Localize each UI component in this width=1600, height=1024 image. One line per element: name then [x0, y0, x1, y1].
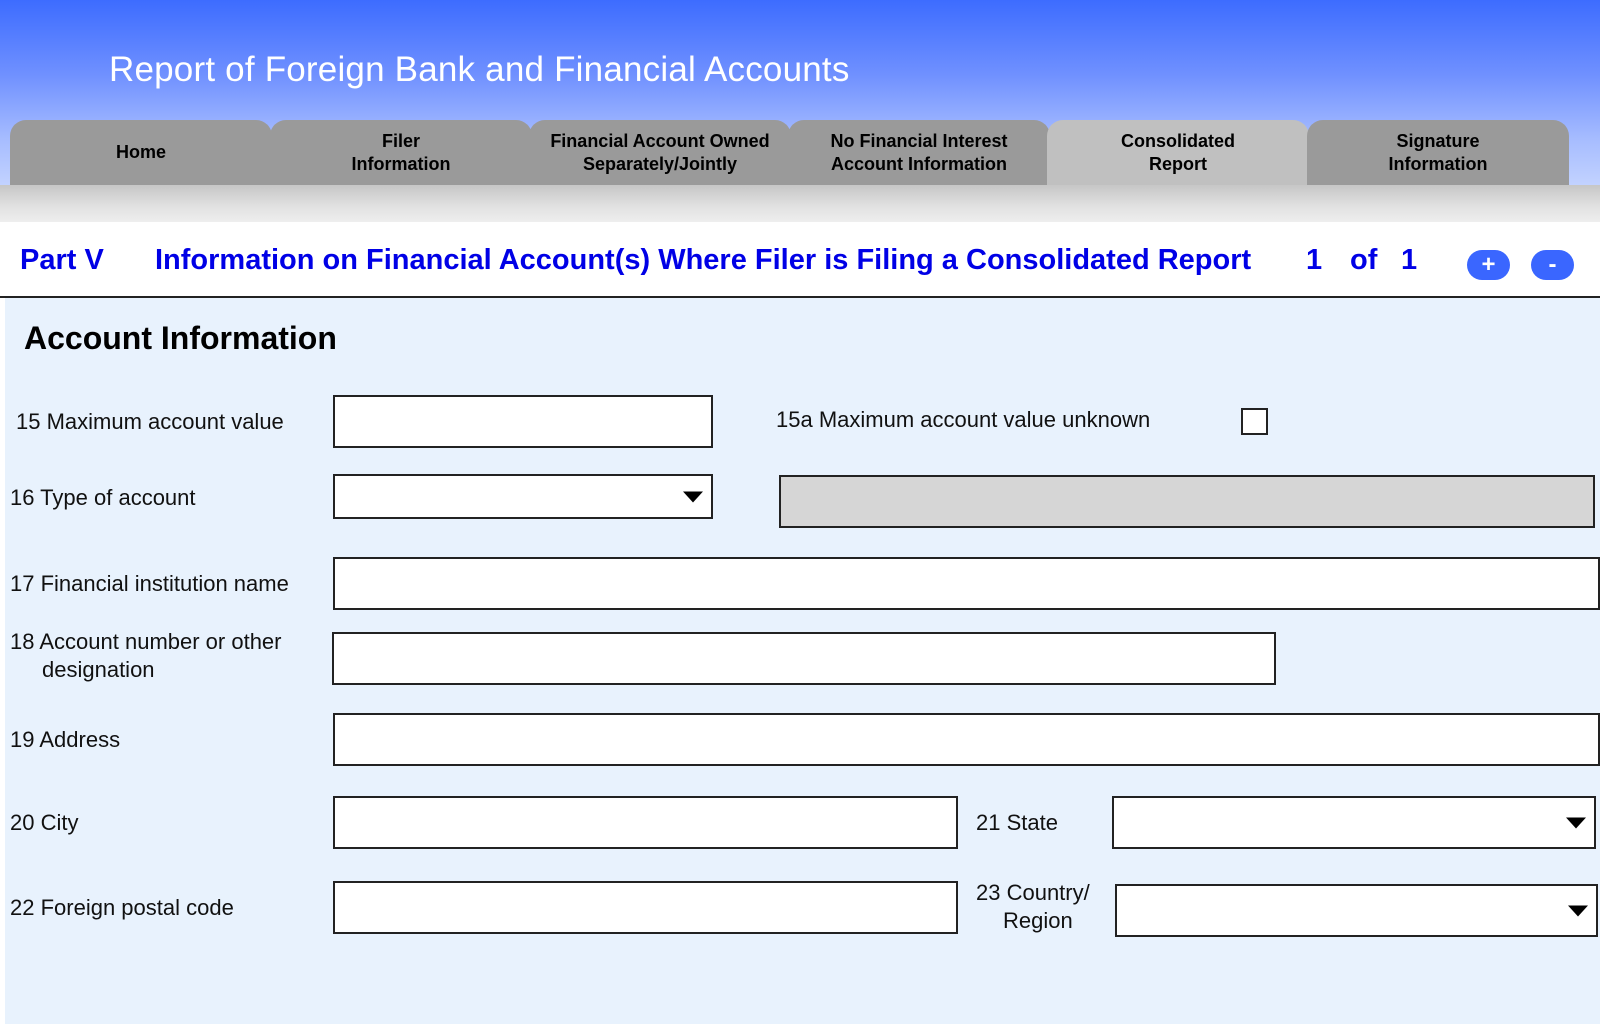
tab-home[interactable]: Home [10, 120, 272, 185]
section-title: Account Information [24, 320, 337, 356]
tab-label: Consolidated Report [1120, 130, 1235, 174]
add-account-button[interactable]: + [1467, 250, 1510, 280]
postal-code-label: 22 Foreign postal code [10, 895, 234, 920]
tab-label: No Financial Interest Account Informatio… [830, 130, 1008, 174]
chevron-down-icon [1568, 905, 1588, 916]
tab-signature-information[interactable]: Signature Information [1307, 120, 1569, 185]
of-label: of [1350, 244, 1378, 276]
app-header: Report of Foreign Bank and Financial Acc… [0, 0, 1600, 185]
max-value-label: 15 Maximum account value [16, 409, 284, 434]
country-label-line1: 23 Country/ [976, 880, 1090, 905]
tab-financial-account-owned[interactable]: Financial Account Owned Separately/Joint… [529, 120, 791, 185]
tab-content-bar [0, 185, 1600, 222]
address-input[interactable] [333, 713, 1600, 766]
account-type-label: 16 Type of account [10, 485, 196, 510]
account-number-label-line1: 18 Account number or other [10, 629, 282, 654]
postal-code-input[interactable] [333, 881, 958, 934]
chevron-down-icon [683, 491, 703, 502]
current-page: 1 [1306, 244, 1323, 276]
state-select[interactable] [1112, 796, 1596, 849]
plus-icon: + [1481, 251, 1496, 278]
institution-name-label: 17 Financial institution name [10, 571, 289, 596]
tab-label: Filer Information [351, 130, 451, 174]
country-label-line2: Region [1003, 908, 1073, 933]
account-number-input[interactable] [332, 632, 1276, 685]
total-pages: 1 [1401, 244, 1418, 276]
tab-label: Signature Information [1388, 130, 1488, 174]
app-title: Report of Foreign Bank and Financial Acc… [109, 50, 850, 89]
city-input[interactable] [333, 796, 958, 849]
tab-filer-information[interactable]: Filer Information [270, 120, 532, 185]
part-title: Information on Financial Account(s) Wher… [155, 244, 1252, 276]
tab-label: Home [115, 142, 166, 162]
tab-label: Financial Account Owned Separately/Joint… [550, 130, 770, 174]
account-information-panel: Account Information 15 Maximum account v… [5, 298, 1600, 1024]
account-type-select[interactable] [333, 474, 713, 519]
remove-account-button[interactable]: - [1531, 250, 1574, 280]
account-type-other-input [779, 475, 1595, 528]
account-number-label-line2: designation [42, 657, 155, 682]
city-label: 20 City [10, 810, 79, 835]
tab-no-financial-interest[interactable]: No Financial Interest Account Informatio… [788, 120, 1050, 185]
tab-consolidated-report[interactable]: Consolidated Report [1047, 120, 1309, 185]
part-label: Part V [20, 244, 104, 276]
state-label: 21 State [976, 810, 1058, 835]
part-header: Part V Information on Financial Account(… [0, 222, 1600, 298]
max-value-unknown-label: 15a Maximum account value unknown [776, 407, 1151, 432]
address-label: 19 Address [10, 727, 121, 752]
max-value-unknown-checkbox[interactable] [1241, 408, 1268, 435]
chevron-down-icon [1566, 817, 1586, 828]
max-value-input[interactable] [333, 395, 713, 448]
minus-icon: - [1548, 251, 1557, 278]
country-select[interactable] [1115, 884, 1598, 937]
institution-name-input[interactable] [333, 557, 1600, 610]
